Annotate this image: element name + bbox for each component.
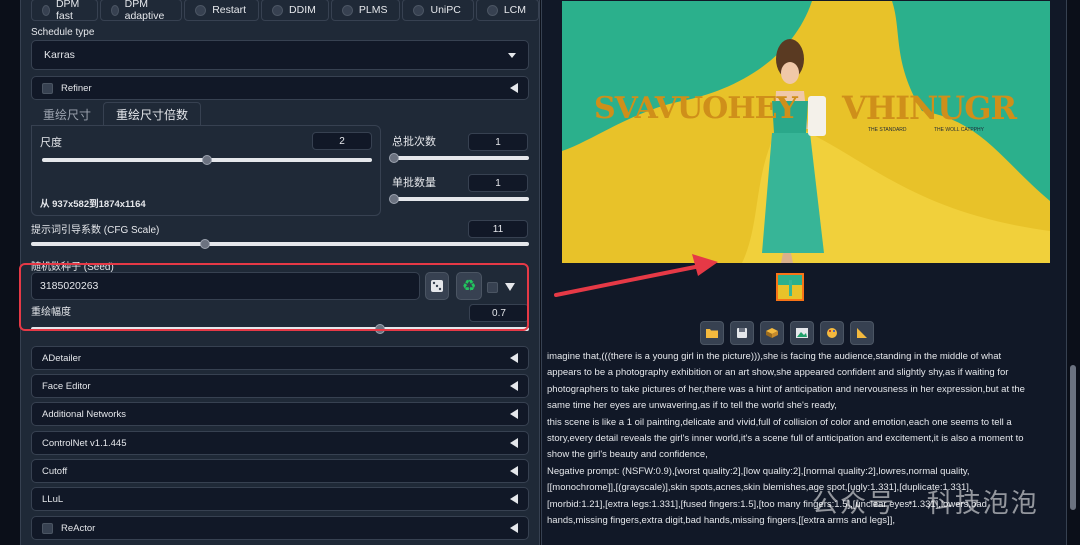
radio-dot	[413, 4, 425, 16]
zip-icon[interactable]	[760, 321, 784, 345]
schedule-type-value: Karras	[44, 49, 75, 61]
accordion-reactor[interactable]: ReActor	[31, 516, 529, 540]
image-thumbnail[interactable]	[776, 273, 804, 301]
expand-icon	[510, 409, 518, 419]
info-line: same time her eyes are unwavering,as if …	[547, 400, 837, 412]
sampler-radio-group: DPM fast DPM adaptive Restart DDIM PLMS …	[31, 0, 539, 22]
generated-image[interactable]: SVAVUOHEY VHINUGR THE STANDARD THE WOLL …	[562, 1, 1050, 263]
accordion-cutoff[interactable]: Cutoff	[31, 459, 529, 483]
sampler-label: Restart	[212, 4, 247, 16]
seed-highlight-box	[19, 263, 529, 331]
expand-icon	[510, 494, 518, 504]
info-line: Negative prompt: (NSFW:0.9),[worst quali…	[547, 465, 970, 477]
scale-panel: 尺度 2 从 937x582到1874x1164	[31, 125, 381, 216]
info-line: appears to be a photography exhibition o…	[547, 367, 1009, 379]
refiner-label: Refiner	[61, 82, 92, 94]
batch-count-slider[interactable]	[394, 156, 529, 160]
image-text-right: VHINUGR	[842, 89, 1017, 127]
info-line: story,every detail reveals the girl's in…	[547, 433, 1024, 445]
sampler-label: DDIM	[289, 4, 316, 16]
sampler-option[interactable]: UniPC	[402, 0, 474, 21]
sampler-label: UniPC	[430, 4, 461, 16]
accordion-controlnet[interactable]: ControlNet v1.1.445	[31, 431, 529, 455]
batch-count-input[interactable]: 1	[468, 133, 528, 151]
sampler-option[interactable]: LCM	[475, 0, 539, 21]
watermark-text: 公众号 · 科技泡泡	[812, 489, 1039, 519]
accordion-llul[interactable]: LLuL	[31, 487, 529, 511]
sampler-label: DPM fast	[55, 0, 80, 22]
sampler-label: PLMS	[358, 4, 388, 16]
scale-label: 尺度	[40, 137, 62, 149]
page-scrollbar[interactable]	[1070, 365, 1076, 510]
output-panel: SVAVUOHEY VHINUGR THE STANDARD THE WOLL …	[541, 0, 1067, 545]
accordion-adetailer[interactable]: ADetailer	[31, 346, 529, 370]
output-toolbar	[700, 321, 874, 345]
expand-icon	[510, 353, 518, 363]
info-line: photographers to take pictures of her,th…	[547, 383, 1025, 395]
cfg-slider-knob[interactable]	[200, 239, 211, 249]
reactor-checkbox[interactable]	[42, 522, 53, 534]
sampler-option[interactable]: Restart	[184, 0, 260, 21]
cfg-input[interactable]: 11	[468, 220, 528, 238]
accordion-label: ControlNet v1.1.445	[42, 437, 127, 449]
sampler-option[interactable]: DPM fast	[31, 0, 98, 22]
radio-dot	[272, 4, 284, 16]
tab-resize-to[interactable]: 重绘尺寸	[31, 102, 103, 126]
batch-count-slider-knob[interactable]	[389, 153, 399, 163]
radio-dot	[486, 4, 498, 16]
radio-dot	[110, 4, 119, 16]
cfg-label: 提示词引导系数 (CFG Scale)	[31, 225, 160, 236]
accordion-label: Face Editor	[42, 380, 91, 392]
sampler-option[interactable]: PLMS	[330, 0, 401, 21]
sampler-label: DPM adaptive	[124, 0, 165, 22]
send-to-img2img-icon[interactable]	[790, 321, 814, 345]
sampler-option[interactable]: DPM adaptive	[99, 0, 183, 22]
expand-icon	[510, 466, 518, 476]
save-icon[interactable]	[730, 321, 754, 345]
refiner-accordion[interactable]: Refiner	[31, 76, 529, 100]
cfg-slider[interactable]	[31, 242, 529, 246]
schedule-type-label: Schedule type	[31, 27, 95, 38]
radio-dot	[42, 4, 50, 16]
info-line: show the girl's beauty and confidence,	[547, 449, 708, 461]
tab-resize-by[interactable]: 重绘尺寸倍数	[103, 102, 202, 126]
send-to-inpaint-icon[interactable]	[820, 321, 844, 345]
batch-size-slider[interactable]	[394, 197, 529, 201]
chevron-down-icon	[508, 52, 516, 58]
scale-slider-knob[interactable]	[202, 155, 212, 165]
expand-icon	[510, 381, 518, 391]
expand-icon	[510, 83, 518, 93]
image-text-left: SVAVUOHEY	[594, 91, 798, 126]
accordion-label: Additional Networks	[42, 408, 126, 420]
image-subtext-1: THE STANDARD	[868, 127, 907, 133]
radio-dot	[195, 4, 207, 16]
expand-icon	[510, 523, 518, 533]
accordion-label: ADetailer	[42, 352, 82, 364]
sampler-option[interactable]: DDIM	[261, 0, 329, 21]
accordion-label: LLuL	[42, 493, 64, 505]
image-subtext-2: THE WOLL CATPPHY	[934, 127, 985, 133]
sampler-label: LCM	[503, 4, 526, 16]
send-to-extras-icon[interactable]	[850, 321, 874, 345]
radio-dot	[341, 4, 353, 16]
accordion-face-editor[interactable]: Face Editor	[31, 374, 529, 398]
info-line: this scene is like a 1 oil painting,deli…	[547, 416, 1012, 428]
accordion-label: Cutoff	[42, 465, 68, 477]
batch-size-input[interactable]: 1	[468, 174, 528, 192]
schedule-type-dropdown[interactable]: Karras	[31, 40, 529, 70]
batch-size-slider-knob[interactable]	[389, 194, 399, 204]
info-line: imagine that,(((there is a young girl in…	[547, 351, 1002, 362]
scale-result-text: 从 937x582到1874x1164	[40, 199, 146, 210]
resize-tabs: 重绘尺寸 重绘尺寸倍数	[31, 102, 202, 126]
accordion-label: ReActor	[61, 522, 96, 534]
folder-icon[interactable]	[700, 321, 724, 345]
batch-count-label: 总批次数	[392, 136, 436, 148]
accordion-additional-networks[interactable]: Additional Networks	[31, 402, 529, 426]
batch-size-label: 单批数量	[392, 177, 436, 189]
scale-input[interactable]: 2	[312, 132, 372, 150]
expand-icon	[510, 438, 518, 448]
refiner-checkbox[interactable]	[42, 82, 53, 94]
